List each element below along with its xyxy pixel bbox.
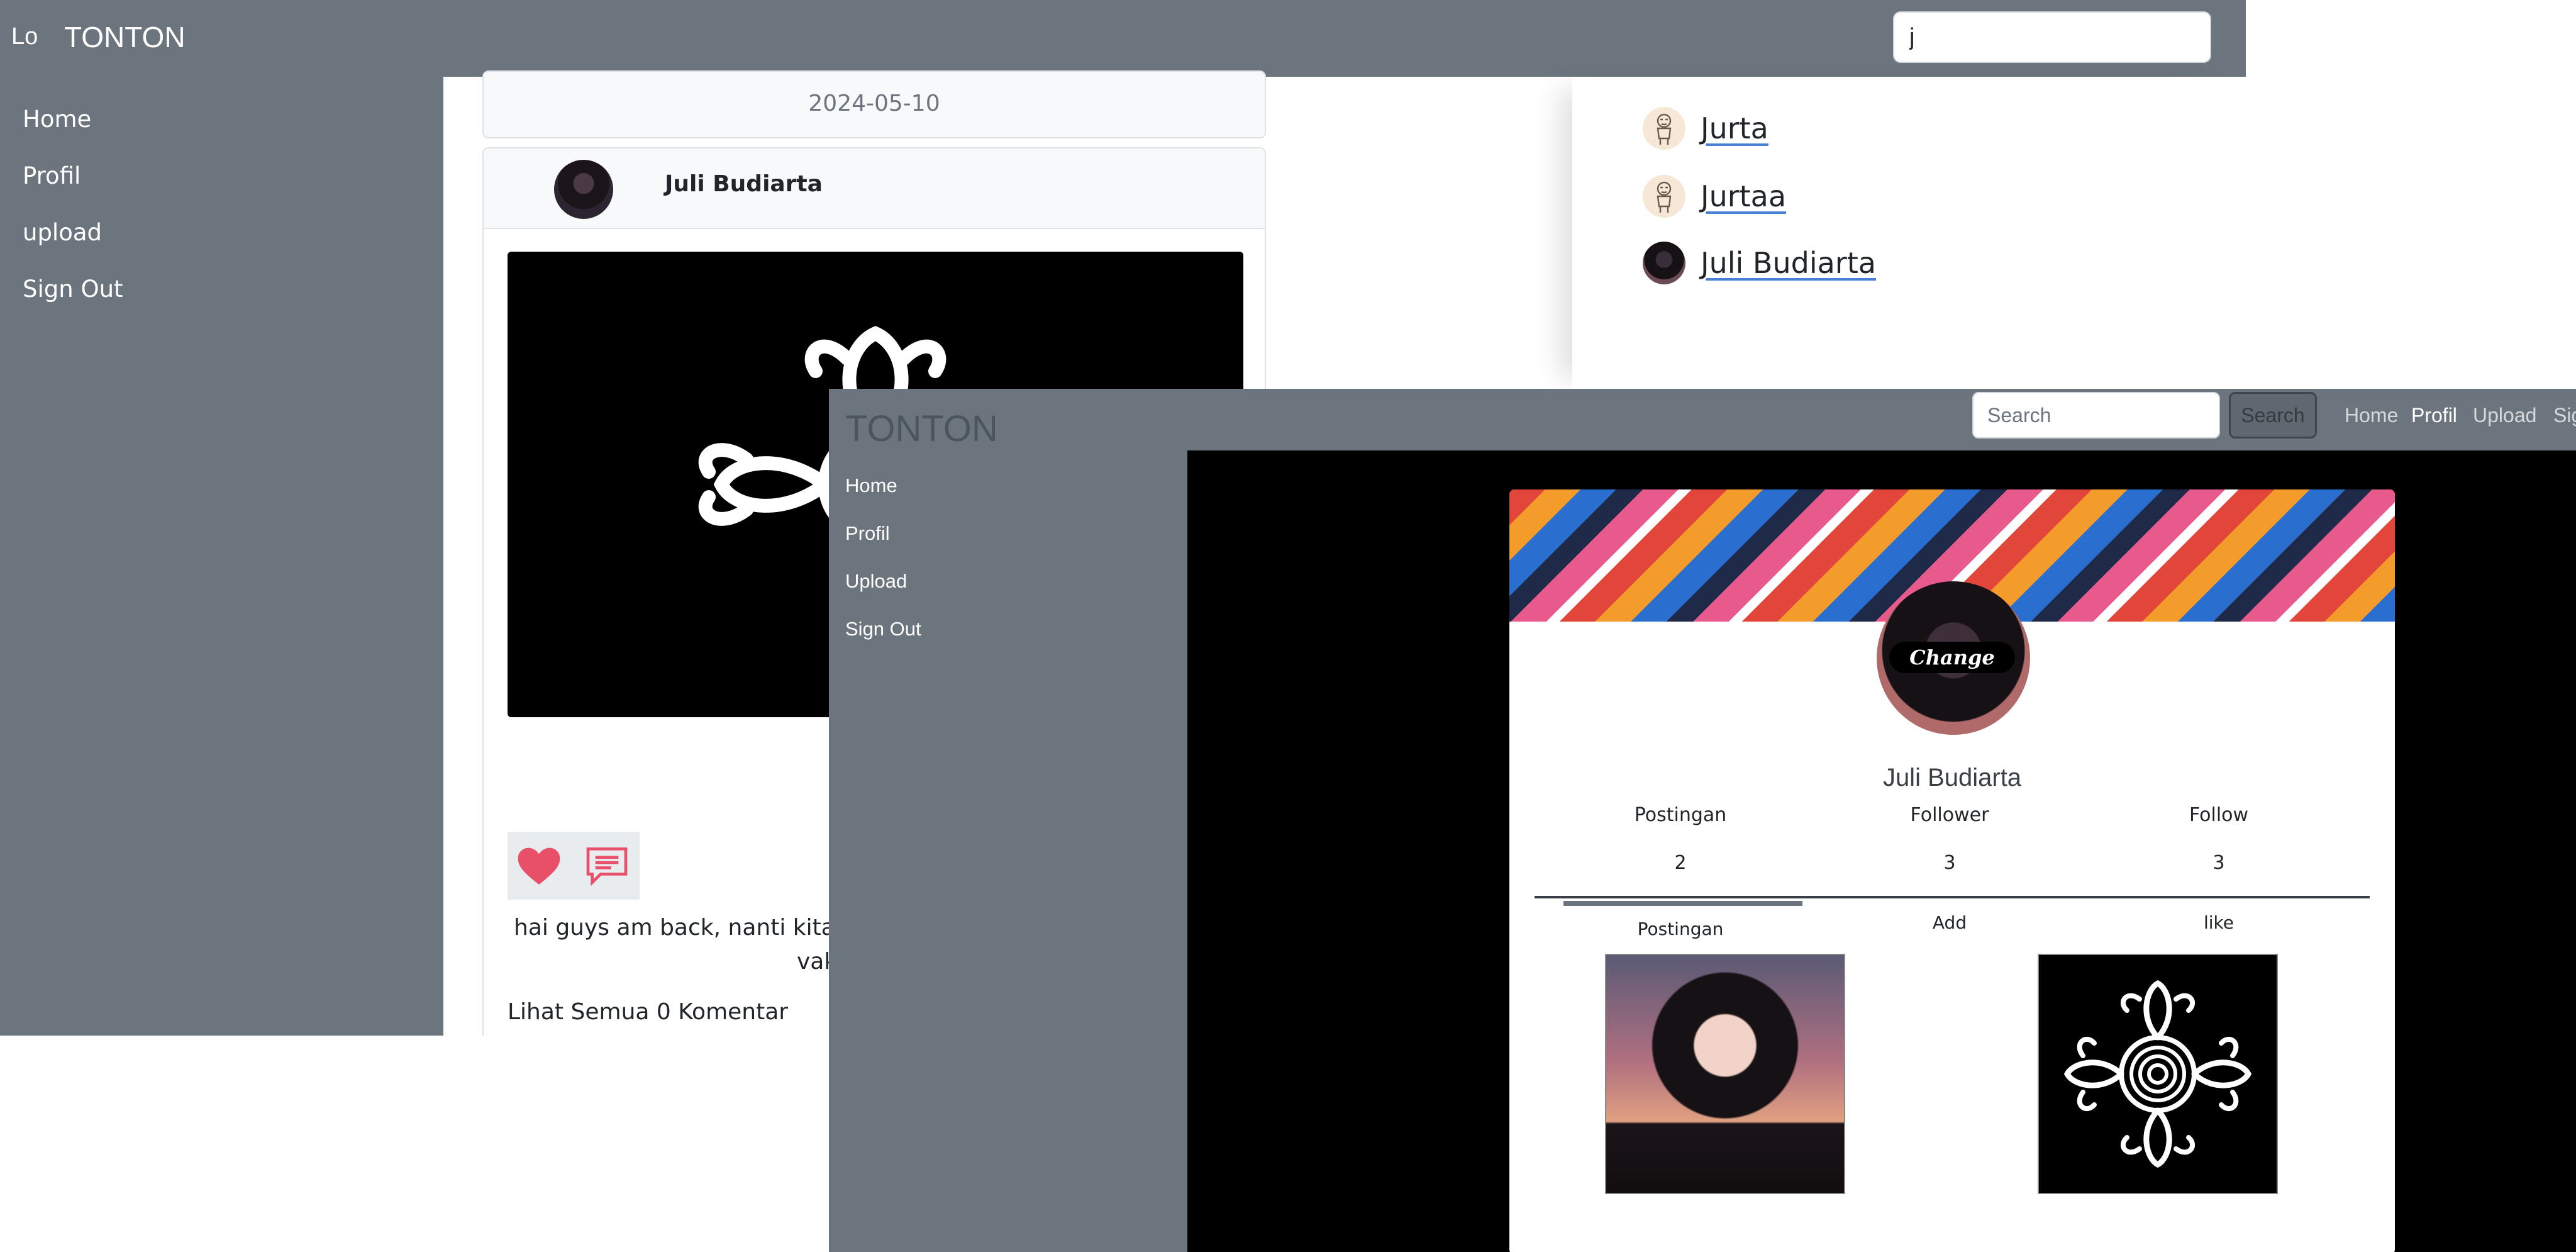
sidebar-item-home[interactable]: Home (845, 474, 897, 497)
default-avatar-icon (1643, 107, 1685, 150)
post-date: 2024-05-10 (808, 91, 940, 116)
nav-link-home[interactable]: Home (2345, 404, 2398, 427)
sidebar: TONTON Home Profil Upload Sign Out (829, 389, 1187, 1252)
nav-link-profil[interactable]: Profil (2411, 404, 2457, 427)
sidebar-item-profil[interactable]: Profil (23, 162, 80, 189)
change-avatar-button[interactable]: Change (1889, 642, 2015, 673)
view-comments-link[interactable]: Lihat Semua 0 Komentar (508, 999, 788, 1025)
broken-logo-image: Lo (11, 23, 38, 50)
brand-name: TONTON (64, 21, 186, 53)
stat-label-follower[interactable]: Follower (1855, 804, 2044, 826)
tab-add[interactable]: Add (1855, 912, 2044, 933)
comment-icon[interactable] (580, 841, 633, 891)
stat-value-postingan: 2 (1674, 852, 1687, 874)
tab-divider (1535, 896, 2370, 898)
post-actions (508, 832, 640, 900)
search-result-link[interactable]: Juli Budiarta (1701, 246, 1876, 280)
ornament-symbol-icon (2063, 980, 2252, 1168)
stat-value-follow: 3 (2212, 852, 2225, 874)
search-result-link[interactable]: Jurta (1701, 111, 1768, 145)
profile-window: TONTON Home Profil Upload Sign Out Searc… (829, 389, 2576, 1252)
sidebar-item-home[interactable]: Home (23, 106, 91, 133)
sidebar-item-upload[interactable]: upload (23, 219, 102, 246)
heart-icon[interactable] (513, 841, 565, 891)
navbar-brand[interactable]: Lo TONTON (11, 15, 186, 59)
nav-link-sign-out[interactable]: Sig (2553, 404, 2576, 427)
brand-name[interactable]: TONTON (845, 408, 998, 450)
nav-link-upload[interactable]: Upload (2473, 404, 2536, 427)
sidebar-item-upload[interactable]: Upload (845, 570, 907, 593)
post-thumbnail[interactable] (1605, 954, 1845, 1194)
search-result-item[interactable]: Jurtaa (1643, 175, 1786, 218)
author-avatar[interactable] (554, 160, 613, 219)
post-header: Juli Budiarta (484, 148, 1265, 229)
person-outline-icon (1657, 113, 1672, 145)
profile-card: Change Juli Budiarta Postingan Follower … (1509, 489, 2395, 1252)
stat-label-follow[interactable]: Follow (2124, 804, 2313, 826)
default-avatar-icon (1643, 175, 1685, 218)
active-tab-indicator (1563, 901, 1802, 906)
sidebar-item-profil[interactable]: Profil (845, 522, 890, 545)
search-input[interactable] (1893, 11, 2211, 63)
sidebar: Home Profil upload Sign Out (0, 77, 443, 1036)
stat-label-postingan: Postingan (1634, 804, 1727, 826)
stat-value-follower: 3 (1943, 852, 1956, 874)
search-result-item[interactable]: Juli Budiarta (1643, 242, 1876, 284)
date-header-card: 2024-05-10 (482, 70, 1266, 138)
person-outline-icon (1657, 181, 1672, 213)
profile-name: Juli Budiarta (1882, 764, 2022, 791)
post-thumbnail[interactable] (2038, 954, 2278, 1194)
top-navbar: Lo TONTON (0, 0, 2246, 77)
search-results-panel: Jurta Jurtaa Juli Budiarta (1572, 77, 2246, 391)
sidebar-item-sign-out[interactable]: Sign Out (845, 618, 921, 640)
sidebar-item-sign-out[interactable]: Sign Out (23, 276, 123, 303)
tab-postingan[interactable]: Postingan (1586, 919, 1775, 939)
tab-like[interactable]: like (2124, 912, 2313, 933)
search-result-item[interactable]: Jurta (1643, 107, 1768, 150)
search-button[interactable]: Search (2229, 392, 2317, 439)
search-result-link[interactable]: Jurtaa (1701, 179, 1786, 213)
post-author-name[interactable]: Juli Budiarta (665, 171, 823, 197)
anime-avatar (1643, 242, 1685, 284)
profile-avatar: Change (1877, 581, 2030, 735)
search-input[interactable] (1972, 392, 2220, 439)
